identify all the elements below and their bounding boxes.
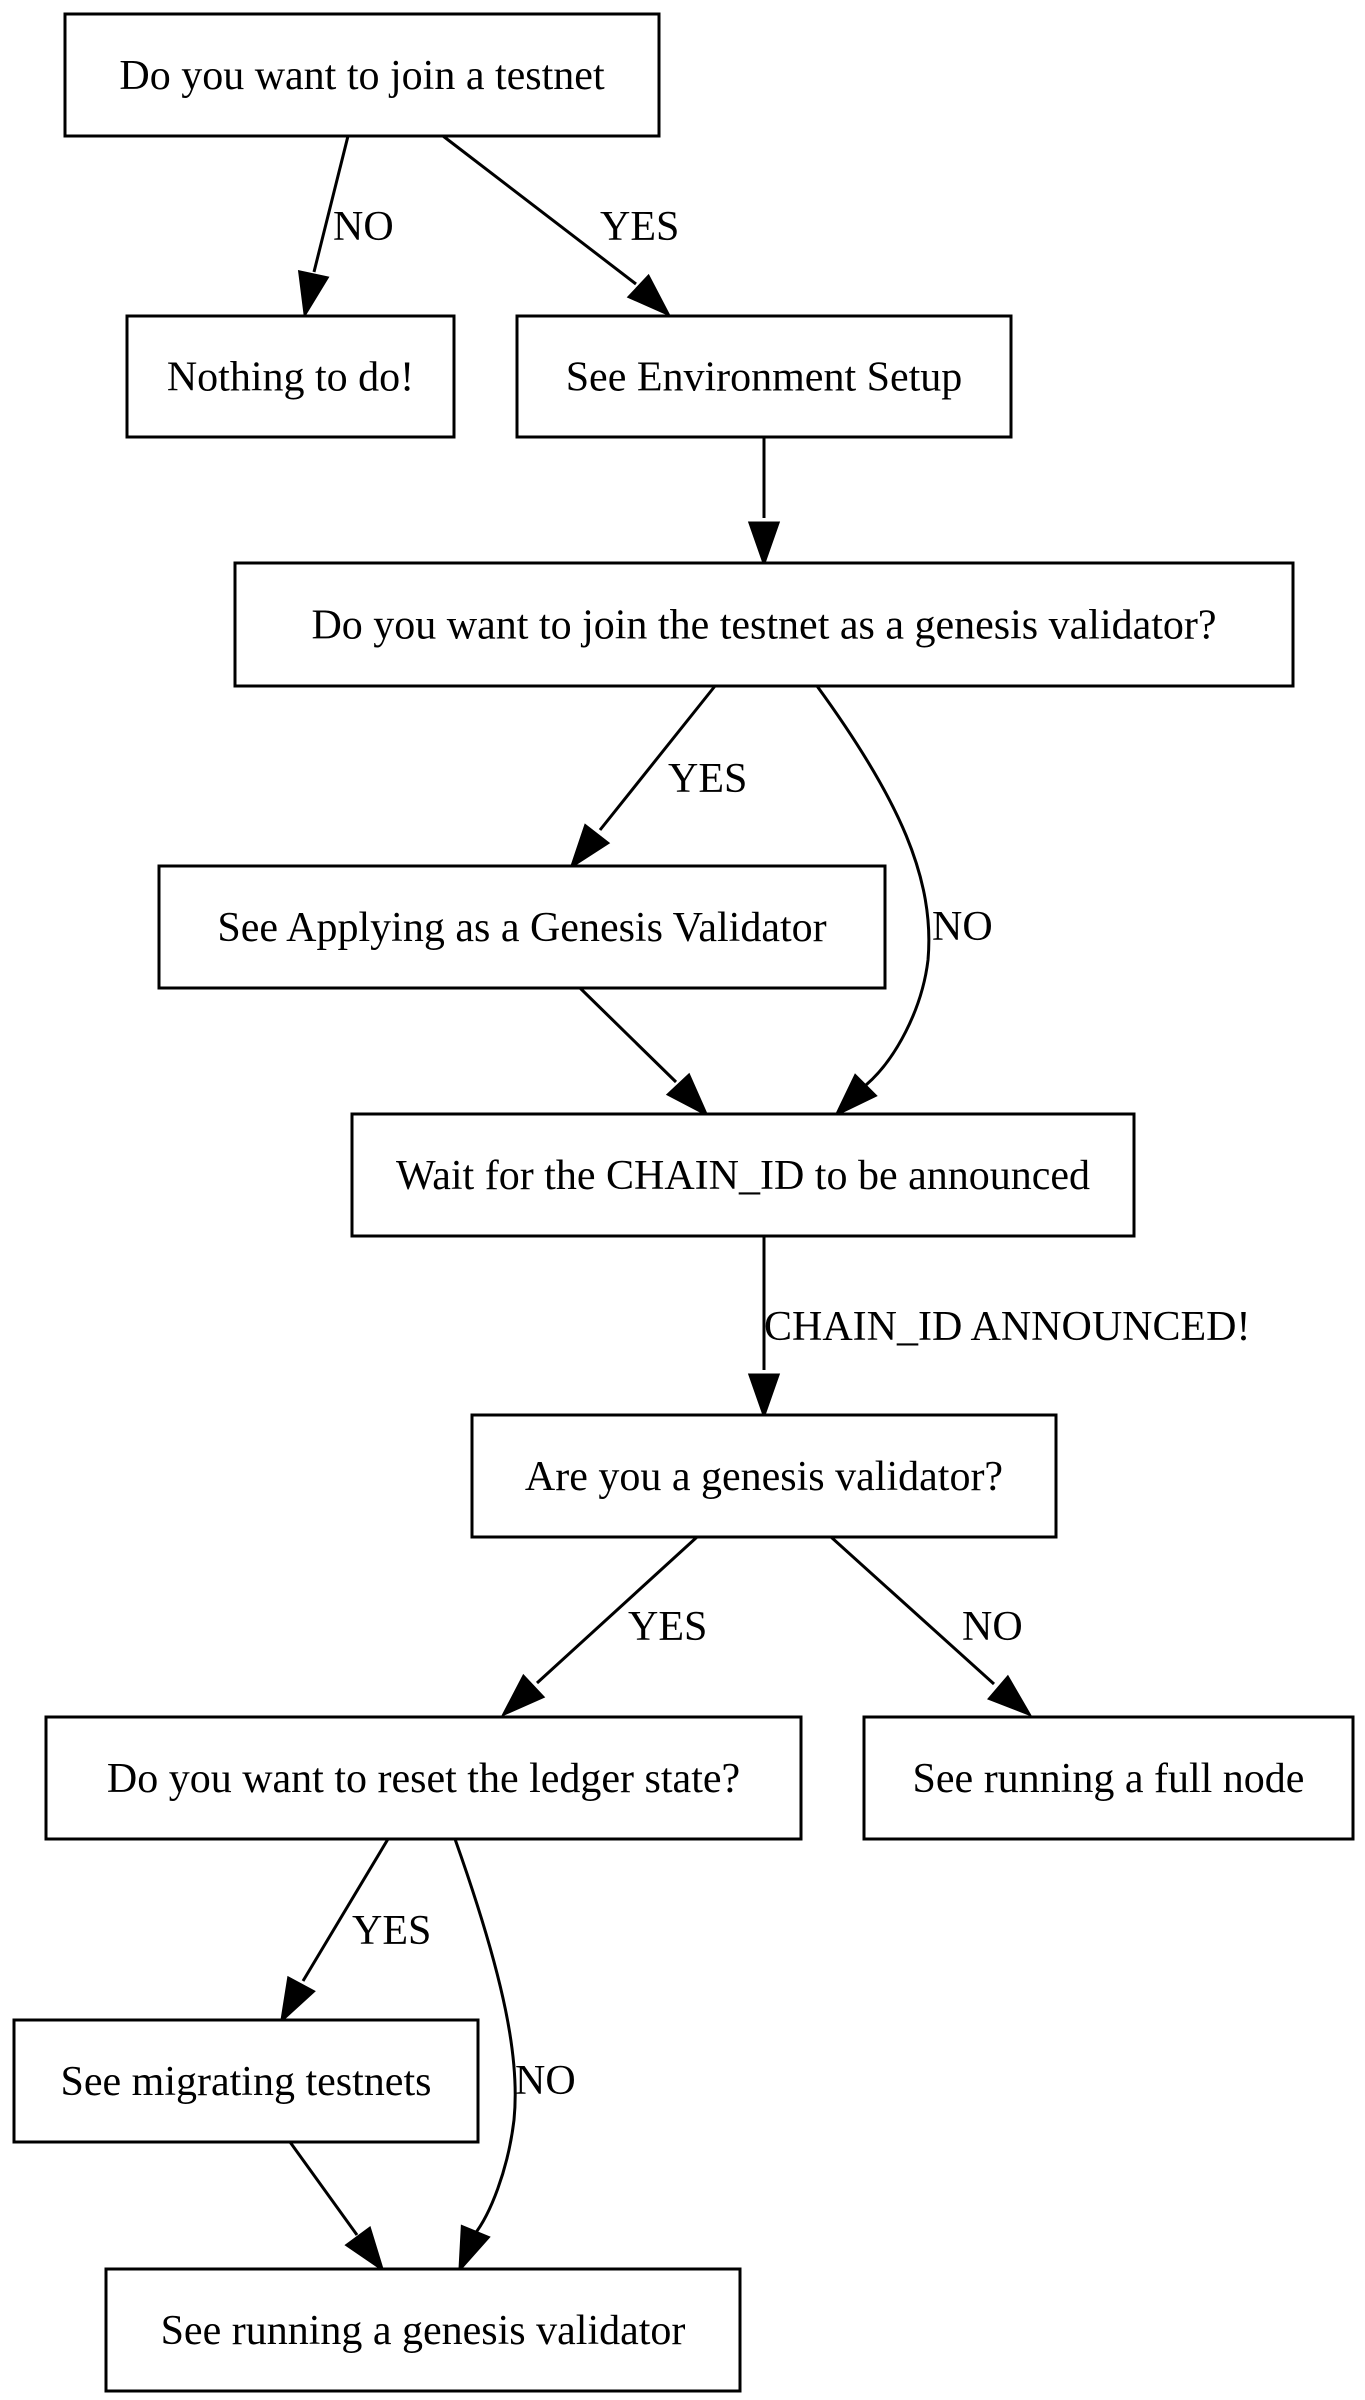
- edge-env_setup-to-genesis_q: [747, 437, 781, 568]
- arrowhead-icon: [747, 521, 781, 568]
- node-apply-genesis: See Applying as a Genesis Validator: [157, 864, 887, 990]
- node-are-genesis: Are you a genesis validator?: [470, 1413, 1058, 1539]
- edge-join_testnet-to-env_setup: YES: [442, 134, 679, 318]
- edge-label: NO: [333, 204, 394, 250]
- arrowhead-icon: [344, 2226, 385, 2273]
- node-genesis-q: Do you want to join the testnet as a gen…: [233, 561, 1295, 688]
- node-full-node: See running a full node: [862, 1715, 1355, 1841]
- node-join-testnet: Do you want to join a testnet: [63, 12, 661, 138]
- node-nothing: Nothing to do!: [125, 314, 456, 439]
- edge-label: YES: [628, 1604, 707, 1650]
- node-label: Do you want to join a testnet: [119, 53, 605, 99]
- node-reset-ledger: Do you want to reset the ledger state?: [44, 1715, 803, 1841]
- edge-label: YES: [668, 756, 747, 802]
- edge-genesis_q-to-apply_genesis: YES: [569, 685, 747, 870]
- edge-are_genesis-to-full_node: NO: [829, 1535, 1033, 1717]
- node-label: See running a full node: [913, 1756, 1305, 1802]
- node-label: See running a genesis validator: [161, 2308, 686, 2354]
- arrowhead-icon: [458, 2224, 491, 2274]
- edge-label: YES: [352, 1908, 431, 1954]
- node-label: Are you a genesis validator?: [525, 1454, 1003, 1500]
- node-label: Do you want to join the testnet as a gen…: [311, 603, 1216, 649]
- edge-label: CHAIN_ID ANNOUNCED!: [764, 1304, 1250, 1350]
- node-label: Nothing to do!: [167, 355, 414, 401]
- node-env-setup: See Environment Setup: [515, 314, 1013, 439]
- node-migrating: See migrating testnets: [12, 2018, 480, 2144]
- node-wait-chain: Wait for the CHAIN_ID to be announced: [350, 1112, 1136, 1238]
- edge-join_testnet-to-nothing: NO: [297, 135, 394, 319]
- arrowhead-icon: [987, 1674, 1033, 1717]
- flowchart: NO YES YES NO CHAIN_ID ANNOUNCED! YES NO YES NO D…: [12, 12, 1355, 2393]
- edge-wait_chain-to-are_genesis: CHAIN_ID ANNOUNCED!: [747, 1236, 1250, 1420]
- node-label: Wait for the CHAIN_ID to be announced: [396, 1153, 1090, 1199]
- edge-line: [288, 2141, 359, 2236]
- edge-are_genesis-to-reset_ledger: YES: [500, 1535, 707, 1718]
- edge-label: NO: [515, 2058, 576, 2104]
- node-run-genesis: See running a genesis validator: [104, 2267, 742, 2393]
- arrowhead-icon: [747, 1373, 781, 1420]
- edge-migrating-to-run_genesis: [288, 2141, 385, 2273]
- edge-label: YES: [600, 204, 679, 250]
- arrowhead-icon: [569, 823, 611, 870]
- arrowhead-icon: [279, 1975, 316, 2024]
- arrowhead-icon: [297, 270, 330, 319]
- edge-label: NO: [932, 904, 993, 950]
- edge-apply_genesis-to-wait_chain: [578, 986, 710, 1118]
- node-label: See migrating testnets: [61, 2059, 432, 2105]
- edge-reset_ledger-to-migrating: YES: [279, 1838, 431, 2024]
- node-label: See Applying as a Genesis Validator: [217, 905, 826, 951]
- edge-label: NO: [962, 1604, 1023, 1650]
- node-label: Do you want to reset the ledger state?: [107, 1756, 740, 1802]
- edge-line: [578, 986, 678, 1084]
- node-label: See Environment Setup: [566, 355, 963, 401]
